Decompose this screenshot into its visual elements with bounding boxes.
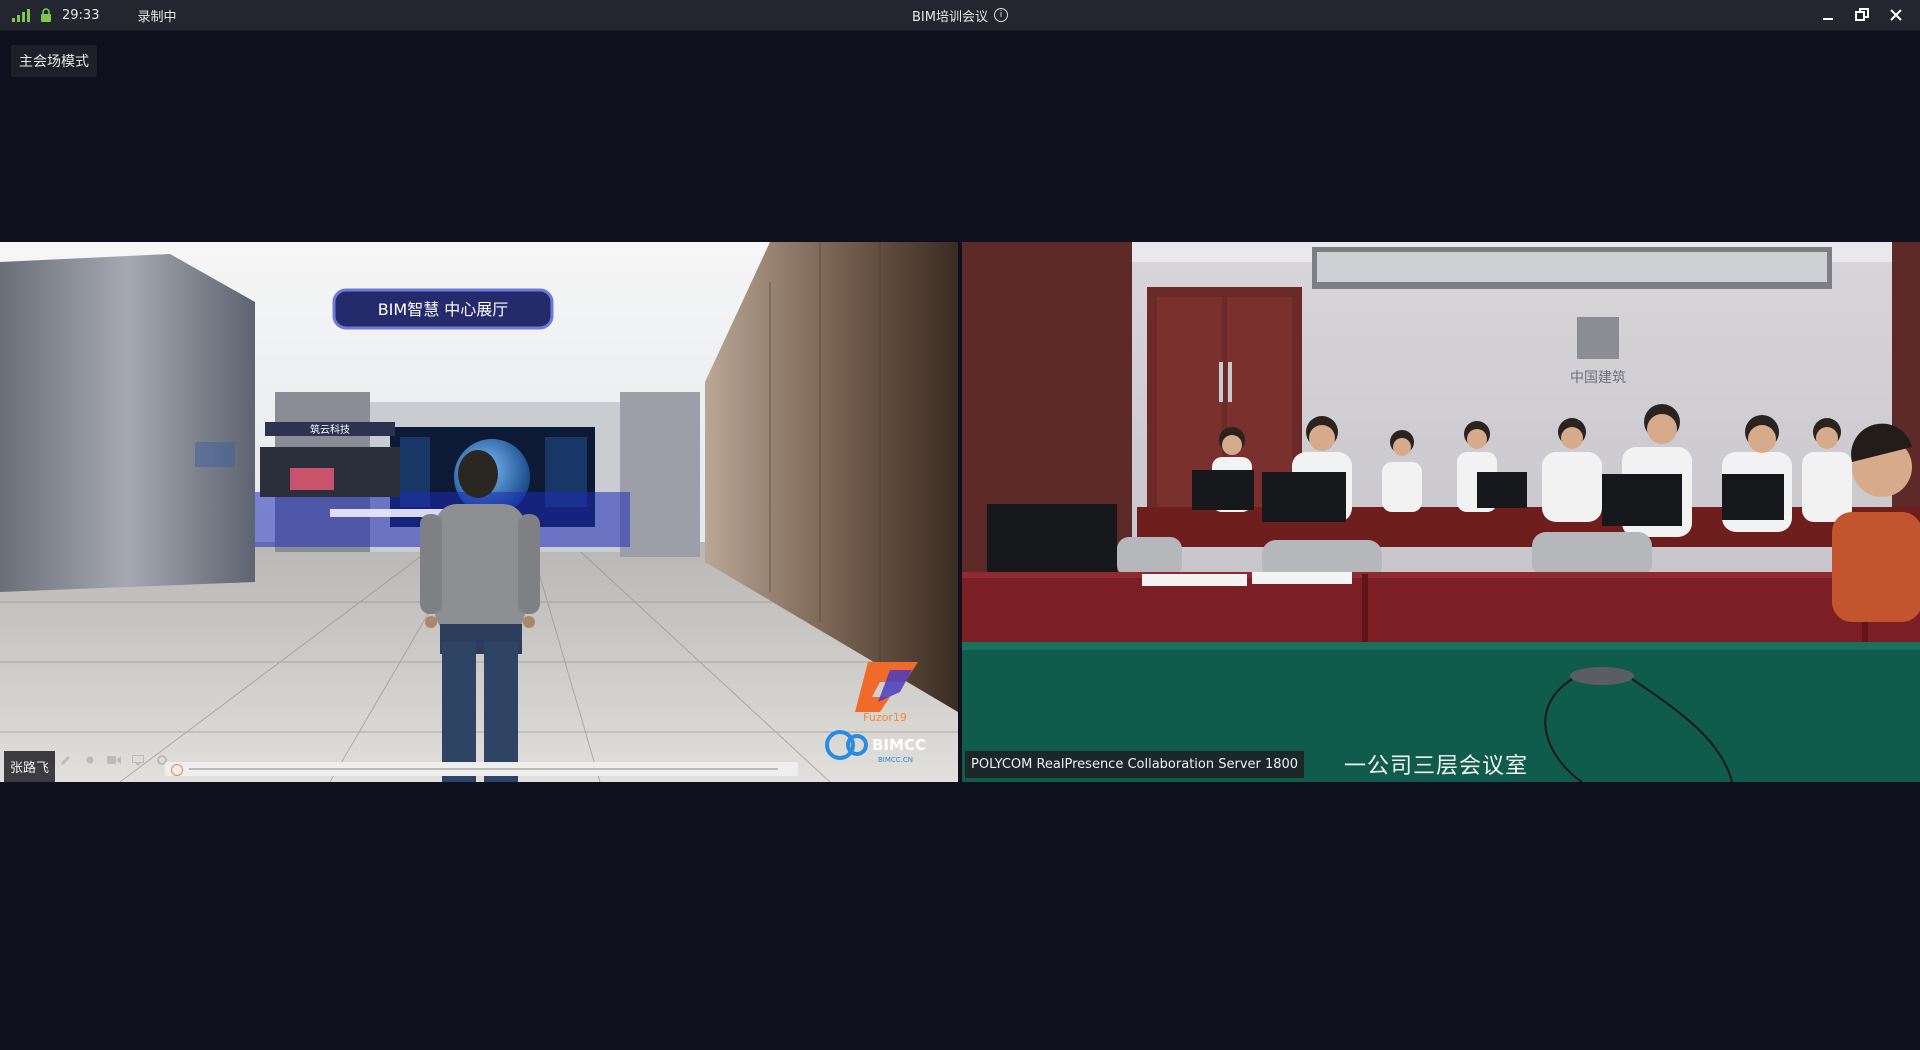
restore-icon	[1855, 8, 1869, 21]
progress-track	[189, 768, 778, 770]
playback-progress-bar[interactable]	[165, 762, 798, 776]
recording-status: 录制中	[137, 9, 177, 25]
restore-button[interactable]	[1848, 3, 1876, 27]
player-controls	[58, 752, 170, 768]
server-source-label: POLYCOM RealPresence Collaboration Serve…	[965, 751, 1305, 778]
booth-sign-text: 筑云科技	[310, 423, 350, 436]
meeting-room-scene: 中国建筑	[962, 242, 1920, 782]
meeting-title: BIM培训会议	[912, 9, 988, 25]
info-icon[interactable]: i	[993, 8, 1008, 22]
signal-icon[interactable]	[12, 8, 30, 22]
minimize-icon	[1823, 18, 1833, 20]
fuzor-brand-text: Fuzor19	[863, 711, 907, 724]
video-tile-participant[interactable]: 筑云科技 BIM智慧 中心展厅 Fuzor19 BIMCC BIMCC.CN 张…	[0, 242, 958, 782]
close-button[interactable]	[1882, 3, 1910, 27]
bimcc-site-text: BIMCC.CN	[878, 756, 913, 764]
room-name-caption: 一公司三层会议室	[1344, 754, 1529, 779]
virtual-hall-scene: 筑云科技 BIM智慧 中心展厅 Fuzor19 BIMCC BIMCC.CN	[0, 242, 958, 782]
video-tile-meeting-room[interactable]: 中国建筑 POLYCOM RealPresence Collaboration …	[962, 242, 1920, 782]
bimcc-brand-text: BIMCC	[872, 736, 926, 754]
pause-icon[interactable]	[171, 764, 183, 776]
screen-share-icon[interactable]	[130, 752, 146, 768]
close-icon	[1890, 9, 1902, 21]
window-titlebar: 29:33 录制中 BIM培训会议 i	[0, 0, 1920, 31]
meeting-timer: 29:33	[62, 7, 100, 23]
hall-sign-text: BIM智慧 中心展厅	[378, 300, 509, 319]
camera-icon[interactable]	[106, 752, 122, 768]
lock-icon	[41, 8, 51, 22]
record-dot-icon[interactable]	[82, 752, 98, 768]
participant-name-label: 张路飞	[4, 751, 56, 782]
titlebar-status: 29:33 录制中	[12, 0, 176, 30]
main-venue-mode-button[interactable]: 主会场模式	[11, 45, 97, 77]
wall-logo-text: 中国建筑	[1570, 370, 1626, 386]
pen-icon[interactable]	[58, 752, 74, 768]
minimize-button[interactable]	[1814, 3, 1842, 27]
